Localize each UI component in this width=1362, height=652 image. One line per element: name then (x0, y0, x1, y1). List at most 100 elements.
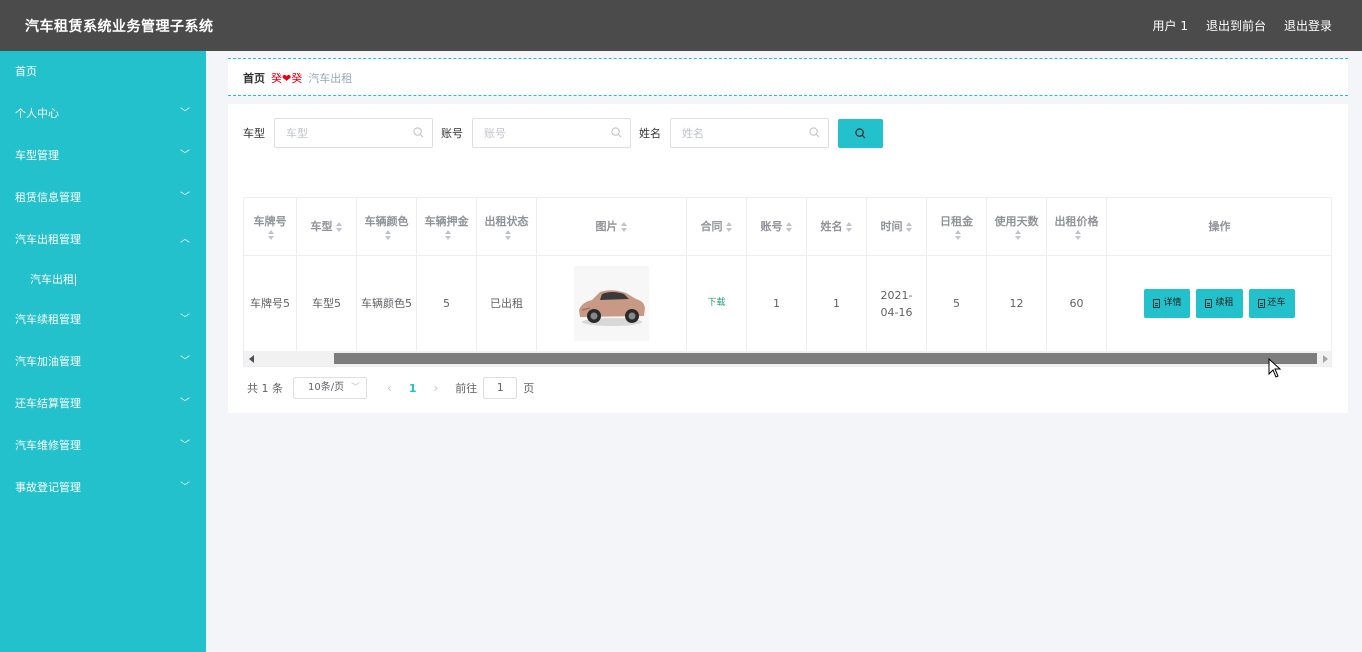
current-user[interactable]: 用户 1 (1153, 17, 1188, 34)
document-icon (1205, 299, 1213, 308)
cell-color: 车辆颜色5 (357, 256, 417, 351)
contract-download-link[interactable]: 下载 (707, 295, 725, 312)
column-header-color[interactable]: 车辆颜色 (357, 198, 417, 255)
column-header-deposit[interactable]: 车辆押金 (417, 198, 477, 255)
car-photo (574, 266, 649, 341)
chevron-down-icon: ﹀ (180, 398, 190, 409)
next-page-icon[interactable]: › (433, 381, 438, 395)
horizontal-scrollbar[interactable] (244, 351, 1331, 366)
chevron-down-icon: ﹀ (180, 108, 190, 119)
main-panel: 车型 账号 姓名 车牌号 车型 车辆颜色 车辆押金 出租状态 图片 合同 账号 (228, 104, 1348, 413)
column-header-price[interactable]: 出租价格 (1047, 198, 1107, 255)
top-header: 汽车租赁系统业务管理子系统 用户 1 退出到前台 退出登录 (0, 0, 1362, 51)
sort-icon[interactable] (620, 221, 628, 232)
sidebar-item-car-rental-mgmt[interactable]: 汽车出租管理 ︿ (0, 219, 206, 261)
sidebar-item-personal-center[interactable]: 个人中心 ﹀ (0, 93, 206, 135)
sidebar-item-refuel[interactable]: 汽车加油管理 ﹀ (0, 341, 206, 383)
logout-link[interactable]: 退出登录 (1284, 17, 1332, 34)
cell-time: 2021-04-16 (867, 256, 927, 351)
name-search-input[interactable] (671, 119, 828, 147)
mouse-cursor-icon (1268, 358, 1282, 378)
sort-icon[interactable] (268, 229, 275, 240)
chevron-down-icon: ﹀ (180, 150, 190, 161)
car-image[interactable] (574, 266, 649, 341)
cell-actions: 详情 续租 还车 (1107, 256, 1331, 351)
cell-price: 60 (1047, 256, 1107, 351)
cell-daily-rent: 5 (927, 256, 987, 351)
column-header-daily-rent[interactable]: 日租金 (927, 198, 987, 255)
sidebar-item-return-settlement[interactable]: 还车结算管理 ﹀ (0, 383, 206, 425)
goto-page-input[interactable]: 1 (483, 377, 518, 399)
pagination: 共 1 条 10条/页 ﹀ ‹ 1 › 前往 1 页 (247, 377, 534, 399)
column-header-name[interactable]: 姓名 (807, 198, 867, 255)
sidebar-item-home[interactable]: 首页 (0, 51, 206, 93)
sidebar-item-car-model[interactable]: 车型管理 ﹀ (0, 135, 206, 177)
breadcrumb: 首页 癸❤癸 汽车出租 (243, 70, 352, 86)
sort-icon[interactable] (335, 221, 343, 232)
sort-icon[interactable] (905, 221, 913, 232)
search-icon (855, 127, 866, 138)
sidebar-item-accident[interactable]: 事故登记管理 ﹀ (0, 467, 206, 509)
search-button[interactable] (838, 118, 883, 148)
search-icon (413, 127, 424, 138)
pagination-total: 共 1 条 (247, 382, 283, 395)
sidebar-item-rental-info[interactable]: 租赁信息管理 ﹀ (0, 177, 206, 219)
chevron-down-icon: ﹀ (180, 192, 190, 203)
model-search-input[interactable] (275, 119, 432, 147)
account-search-input[interactable] (473, 119, 630, 147)
sort-icon[interactable] (725, 221, 733, 232)
sort-icon[interactable] (845, 221, 853, 232)
sort-icon[interactable] (1074, 229, 1082, 240)
page-size-select[interactable]: 10条/页 ﹀ (293, 377, 367, 399)
scrollbar-thumb[interactable] (334, 353, 1317, 364)
sort-icon[interactable] (384, 229, 392, 240)
column-header-contract[interactable]: 合同 (687, 198, 747, 255)
chevron-down-icon: ﹀ (180, 314, 190, 325)
column-header-model[interactable]: 车型 (297, 198, 357, 255)
detail-button[interactable]: 详情 (1144, 289, 1191, 318)
cell-plate: 车牌号5 (244, 256, 297, 351)
cell-model: 车型5 (297, 256, 357, 351)
prev-page-icon[interactable]: ‹ (387, 381, 392, 395)
app-title: 汽车租赁系统业务管理子系统 (25, 19, 214, 35)
column-header-image[interactable]: 图片 (537, 198, 687, 255)
search-icon (611, 127, 622, 138)
column-header-account[interactable]: 账号 (747, 198, 807, 255)
cell-account: 1 (747, 256, 807, 351)
cell-status: 已出租 (477, 256, 537, 351)
cell-deposit: 5 (417, 256, 477, 351)
scroll-right-arrow-icon[interactable] (1323, 355, 1328, 363)
column-header-plate[interactable]: 车牌号 (244, 198, 297, 255)
search-box-name (670, 118, 829, 148)
document-icon (1257, 299, 1265, 308)
text-caret (75, 274, 76, 286)
page-number[interactable]: 1 (409, 382, 417, 395)
scroll-left-arrow-icon[interactable] (249, 355, 254, 363)
chevron-up-icon: ︿ (180, 234, 190, 245)
cell-name: 1 (807, 256, 867, 351)
column-header-status[interactable]: 出租状态 (477, 198, 537, 255)
sidebar-item-renewal[interactable]: 汽车续租管理 ﹀ (0, 299, 206, 341)
chevron-down-icon: ﹀ (350, 383, 360, 393)
table-header: 车牌号 车型 车辆颜色 车辆押金 出租状态 图片 合同 账号 姓名 时间 日租金… (244, 198, 1331, 256)
column-header-time[interactable]: 时间 (867, 198, 927, 255)
renew-button[interactable]: 续租 (1196, 289, 1243, 318)
sort-icon[interactable] (444, 229, 452, 240)
table-row: 车牌号5 车型5 车辆颜色5 5 已出租 下载 1 1 2021-04-16 5… (244, 256, 1331, 351)
search-icon (809, 127, 820, 138)
return-car-button[interactable]: 还车 (1248, 289, 1295, 318)
breadcrumb-current: 汽车出租 (308, 72, 353, 85)
sidebar-item-car-rental[interactable]: 汽车出租 (0, 261, 206, 299)
document-icon (1153, 299, 1161, 308)
search-box-account (472, 118, 631, 148)
sort-icon[interactable] (954, 229, 962, 240)
breadcrumb-bar: 首页 癸❤癸 汽车出租 (228, 58, 1348, 96)
sidebar-item-repair[interactable]: 汽车维修管理 ﹀ (0, 425, 206, 467)
sort-icon[interactable] (1014, 229, 1022, 240)
exit-to-front-link[interactable]: 退出到前台 (1206, 17, 1266, 34)
column-header-days[interactable]: 使用天数 (987, 198, 1047, 255)
breadcrumb-home[interactable]: 首页 (243, 70, 265, 86)
sort-icon[interactable] (504, 229, 512, 240)
search-form: 车型 账号 姓名 (243, 118, 883, 148)
sort-icon[interactable] (785, 221, 793, 232)
